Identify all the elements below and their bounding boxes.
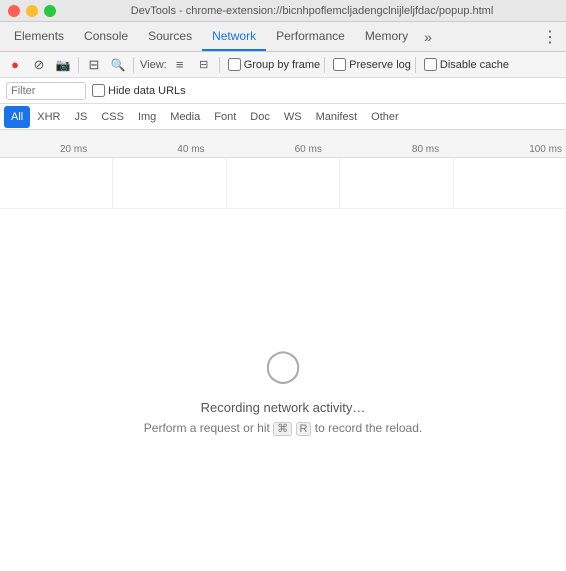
maximize-button[interactable] [44, 5, 56, 17]
tick-3: 60 ms [295, 144, 322, 155]
timeline-col-2 [113, 158, 226, 208]
tab-performance[interactable]: Performance [266, 22, 355, 51]
recording-text: Recording network activity… [201, 400, 366, 415]
type-tab-js[interactable]: JS [67, 106, 94, 128]
hide-data-urls-group: Hide data URLs [92, 84, 186, 97]
separator-5 [415, 57, 416, 73]
separator-2 [133, 57, 134, 73]
type-tab-other[interactable]: Other [364, 106, 406, 128]
type-tab-xhr[interactable]: XHR [30, 106, 67, 128]
hint-text-1: Perform a request or hit [144, 421, 273, 435]
filter-input[interactable] [6, 82, 86, 100]
timeline-area [0, 158, 566, 209]
view-label: View: [140, 59, 167, 71]
tick-2: 40 ms [177, 144, 204, 155]
main-tabs-row: Elements Console Sources Network Perform… [0, 22, 566, 52]
hide-data-urls-checkbox[interactable] [92, 84, 105, 97]
column-view-button[interactable]: ⊟ [193, 54, 215, 76]
tab-console[interactable]: Console [74, 22, 138, 51]
screenshot-button[interactable]: 📷 [52, 54, 74, 76]
tick-5: 100 ms [529, 144, 562, 155]
r-key: R [296, 422, 312, 436]
group-by-frame-label[interactable]: Group by frame [244, 59, 320, 71]
tab-sources[interactable]: Sources [138, 22, 202, 51]
timeline-col-1 [0, 158, 113, 208]
timeline-col-4 [340, 158, 453, 208]
type-tab-media[interactable]: Media [163, 106, 207, 128]
type-tab-css[interactable]: CSS [94, 106, 131, 128]
hide-data-urls-label[interactable]: Hide data URLs [108, 85, 186, 97]
tabs-overflow-button[interactable]: » [418, 22, 438, 51]
disable-cache-group: Disable cache [424, 58, 509, 71]
title-bar: DevTools - chrome-extension://bicnhpofle… [0, 0, 566, 22]
preserve-log-label[interactable]: Preserve log [349, 59, 411, 71]
tab-elements[interactable]: Elements [4, 22, 74, 51]
filter-button[interactable]: ⊟ [83, 54, 105, 76]
type-tab-doc[interactable]: Doc [243, 106, 277, 128]
disable-cache-checkbox[interactable] [424, 58, 437, 71]
type-tab-font[interactable]: Font [207, 106, 243, 128]
main-content: ◯ Recording network activity… Perform a … [0, 209, 566, 571]
tab-network[interactable]: Network [202, 22, 266, 51]
hint-text-2: to record the reload. [311, 421, 422, 435]
type-tabs-row: All XHR JS CSS Img Media Font Doc WS Man… [0, 104, 566, 130]
window-controls [8, 5, 56, 17]
close-button[interactable] [8, 5, 20, 17]
separator-4 [324, 57, 325, 73]
window-title: DevTools - chrome-extension://bicnhpofle… [66, 5, 558, 17]
tick-1: 20 ms [60, 144, 87, 155]
group-by-frame-group: Group by frame [228, 58, 320, 71]
preserve-log-group: Preserve log [333, 58, 411, 71]
type-tab-img[interactable]: Img [131, 106, 163, 128]
preserve-log-checkbox[interactable] [333, 58, 346, 71]
timeline-header: 20 ms 40 ms 60 ms 80 ms 100 ms [0, 130, 566, 158]
record-button[interactable]: ● [4, 54, 26, 76]
filter-row: Hide data URLs [0, 78, 566, 104]
tabs-more-button[interactable]: ⋮ [534, 22, 566, 51]
disable-cache-label[interactable]: Disable cache [440, 59, 509, 71]
type-tab-ws[interactable]: WS [277, 106, 309, 128]
timeline-col-5 [454, 158, 566, 208]
recording-spinner-icon: ◯ [265, 346, 301, 384]
timeline-ticks: 20 ms 40 ms 60 ms 80 ms 100 ms [60, 144, 562, 155]
search-button[interactable]: 🔍 [107, 54, 129, 76]
type-tab-all[interactable]: All [4, 106, 30, 128]
stop-button[interactable]: ⊘ [28, 54, 50, 76]
cmd-key: ⌘ [273, 422, 292, 436]
toolbar-row: ● ⊘ 📷 ⊟ 🔍 View: ≡ ⊟ Group by frame Prese… [0, 52, 566, 78]
type-tab-manifest[interactable]: Manifest [309, 106, 365, 128]
tick-4: 80 ms [412, 144, 439, 155]
group-by-frame-checkbox[interactable] [228, 58, 241, 71]
list-view-button[interactable]: ≡ [169, 54, 191, 76]
recording-hint: Perform a request or hit ⌘ R to record t… [144, 421, 422, 435]
timeline-col-3 [227, 158, 340, 208]
tab-memory[interactable]: Memory [355, 22, 418, 51]
separator-1 [78, 57, 79, 73]
minimize-button[interactable] [26, 5, 38, 17]
separator-3 [219, 57, 220, 73]
